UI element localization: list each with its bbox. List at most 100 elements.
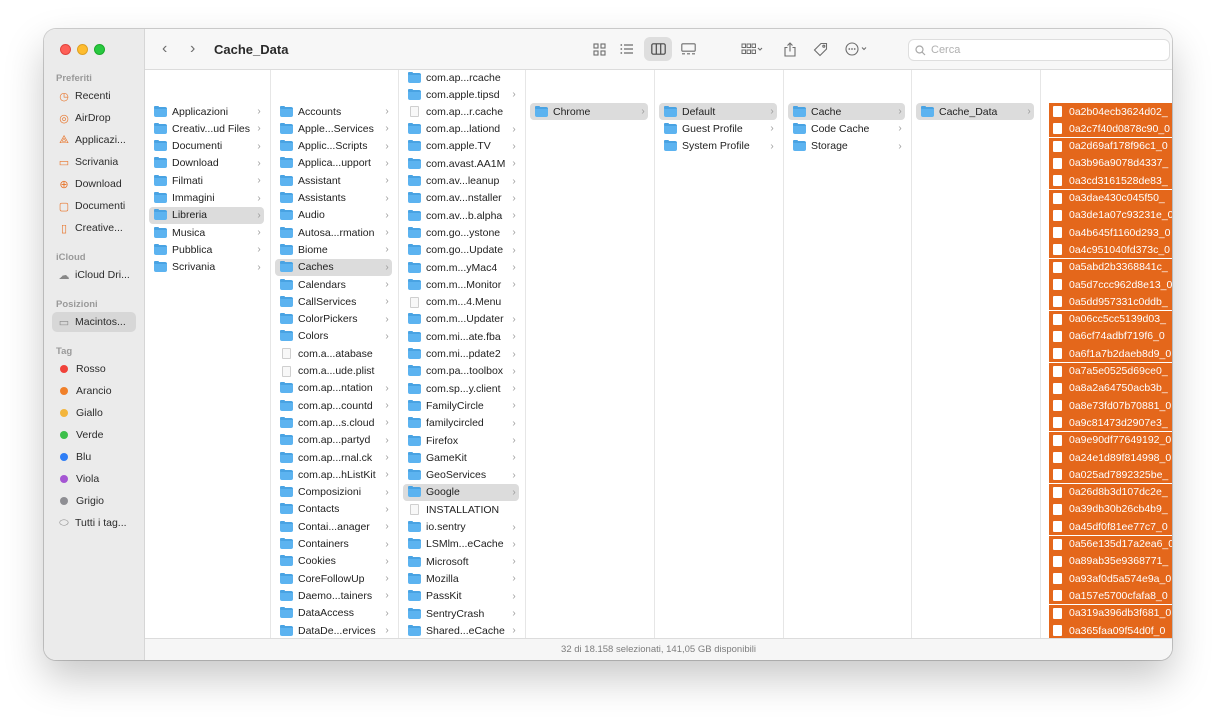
- selected-file-row[interactable]: 0a365faa09f54d0f_0: [1049, 622, 1172, 638]
- folder-row[interactable]: GameKit ›: [403, 449, 519, 466]
- folder-row[interactable]: Contai...anager ›: [275, 518, 392, 535]
- selected-file-row[interactable]: 0a8e73fd07b70881_0: [1049, 397, 1172, 415]
- tag-arancio[interactable]: Arancio: [52, 381, 136, 401]
- folder-row[interactable]: Documenti ›: [149, 138, 264, 155]
- folder-row[interactable]: io.sentry ›: [403, 519, 519, 536]
- zoom-window-button[interactable]: [94, 44, 105, 55]
- folder-row[interactable]: com.apple.tipsd ›: [403, 86, 519, 103]
- folder-row[interactable]: Guest Profile ›: [659, 120, 777, 137]
- folder-row[interactable]: Google ›: [403, 483, 519, 501]
- selected-file-row[interactable]: 0a3cd3161528de83_: [1049, 172, 1172, 190]
- folder-row[interactable]: com.go...ystone ›: [403, 224, 519, 241]
- selected-file-row[interactable]: 0a26d8b3d107dc2e_: [1049, 483, 1172, 501]
- folder-row[interactable]: com.ap...rnal.ck ›: [275, 449, 392, 466]
- folder-row[interactable]: com.m...yMac4 ›: [403, 259, 519, 276]
- sidebar-item-documenti[interactable]: ▢ Documenti: [52, 196, 136, 216]
- folder-row[interactable]: System Profile ›: [659, 138, 777, 155]
- folder-row[interactable]: Biome ›: [275, 241, 392, 258]
- folder-row[interactable]: Caches ›: [275, 258, 392, 276]
- sidebar-item-icloud-dri[interactable]: ☁ iCloud Dri...: [52, 265, 136, 285]
- folder-row[interactable]: com.m...Updater ›: [403, 311, 519, 328]
- folder-row[interactable]: Filmati ›: [149, 172, 264, 189]
- group-menu-button[interactable]: [735, 37, 769, 61]
- folder-row[interactable]: Pubblica ›: [149, 241, 264, 258]
- selected-file-row[interactable]: 0a7a5e0525d69ce0_: [1049, 362, 1172, 380]
- folder-row[interactable]: Applicazioni ›: [149, 103, 264, 120]
- folder-row[interactable]: ColorPickers ›: [275, 311, 392, 328]
- folder-row[interactable]: Microsoft ›: [403, 553, 519, 570]
- folder-row[interactable]: com.pa...toolbox ›: [403, 363, 519, 380]
- folder-row[interactable]: Libreria ›: [149, 206, 264, 224]
- folder-row[interactable]: com.mi...ate.fba ›: [403, 328, 519, 345]
- folder-row[interactable]: DataDe...ervices ›: [275, 622, 392, 638]
- folder-row[interactable]: Scrivania ›: [149, 259, 264, 276]
- selected-file-row[interactable]: 0a5abd2b3368841c_: [1049, 258, 1172, 276]
- folder-row[interactable]: Code Cache ›: [788, 120, 905, 137]
- folder-row[interactable]: com.avast.AA1M ›: [403, 155, 519, 172]
- selected-file-row[interactable]: 0a93af0d5a574e9a_0: [1049, 570, 1172, 588]
- selected-file-row[interactable]: 0a06cc5cc5139d03_: [1049, 310, 1172, 328]
- selected-file-row[interactable]: 0a5dd957331c0ddb_: [1049, 293, 1172, 311]
- column-6[interactable]: Cache › Code Cache › Storage ›: [784, 70, 912, 638]
- folder-row[interactable]: Colors ›: [275, 328, 392, 345]
- folder-row[interactable]: Musica ›: [149, 224, 264, 241]
- selected-file-row[interactable]: 0a45df0f81ee77c7_0: [1049, 518, 1172, 536]
- tag-rosso[interactable]: Rosso: [52, 359, 136, 379]
- folder-row[interactable]: com.mi...pdate2 ›: [403, 346, 519, 363]
- folder-row[interactable]: com.ap...lationd ›: [403, 121, 519, 138]
- folder-row[interactable]: com.ap...hListKit ›: [275, 466, 392, 483]
- gallery-view-button[interactable]: [677, 37, 699, 61]
- selected-file-row[interactable]: 0a89ab35e9368771_: [1049, 552, 1172, 570]
- column-3[interactable]: com.ap...rcache com.apple.tipsd › com.ap...…: [399, 70, 526, 638]
- all-tags-item[interactable]: ⬭ Tutti i tag...: [52, 513, 136, 533]
- tag-verde[interactable]: Verde: [52, 425, 136, 445]
- sidebar-item-applicazi[interactable]: ⟁ Applicazi...: [52, 130, 136, 150]
- tag-grigio[interactable]: Grigio: [52, 491, 136, 511]
- folder-row[interactable]: Creativ...ud Files ›: [149, 120, 264, 137]
- file-row[interactable]: com.a...atabase: [275, 345, 392, 362]
- close-window-button[interactable]: [60, 44, 71, 55]
- selected-file-row[interactable]: 0a2b04ecb3624d02_: [1049, 103, 1172, 120]
- selected-file-row[interactable]: 0a3de1a07c93231e_0: [1049, 206, 1172, 224]
- selected-file-row[interactable]: 0a24e1d89f814998_0: [1049, 449, 1172, 466]
- selected-file-row[interactable]: 0a5d7ccc962d8e13_0: [1049, 276, 1172, 293]
- column-7[interactable]: Cache_Data ›: [912, 70, 1041, 638]
- selected-file-row[interactable]: 0a6f1a7b2daeb8d9_0: [1049, 345, 1172, 363]
- folder-row[interactable]: Audio ›: [275, 207, 392, 224]
- column-view-button[interactable]: [644, 37, 672, 61]
- tag-blu[interactable]: Blu: [52, 447, 136, 467]
- selected-file-row[interactable]: 0a4b645f1160d293_0: [1049, 224, 1172, 242]
- folder-row[interactable]: familycircled ›: [403, 415, 519, 432]
- column-5[interactable]: Default › Guest Profile › System Profile ›: [655, 70, 784, 638]
- folder-row[interactable]: com.go...Update ›: [403, 242, 519, 259]
- forward-button[interactable]: ›: [190, 40, 195, 58]
- selected-file-row[interactable]: 0a3dae430c045f50_: [1049, 189, 1172, 207]
- folder-row[interactable]: com.av...b.alpha ›: [403, 207, 519, 224]
- file-row[interactable]: com.a...ude.plist: [275, 363, 392, 380]
- folder-row[interactable]: Firefox ›: [403, 432, 519, 449]
- folder-row[interactable]: SentryCrash ›: [403, 605, 519, 622]
- selected-file-row[interactable]: 0a9c81473d2907e3_: [1049, 414, 1172, 432]
- folder-row[interactable]: FamilyCircle ›: [403, 397, 519, 414]
- column-8[interactable]: 0a2b04ecb3624d02_ 0a2c7f40d0878c90_0 0a2d6…: [1041, 70, 1172, 638]
- action-menu-button[interactable]: [842, 37, 874, 61]
- folder-row[interactable]: Calendars ›: [275, 276, 392, 293]
- tag-button[interactable]: [810, 37, 830, 61]
- sidebar-item-airdrop[interactable]: ◎ AirDrop: [52, 108, 136, 128]
- file-row[interactable]: com.ap...r.cache: [403, 103, 519, 120]
- selected-file-row[interactable]: 0a4c951040fd373c_0: [1049, 241, 1172, 259]
- list-view-button[interactable]: [616, 37, 638, 61]
- sidebar-item-recenti[interactable]: ◷ Recenti: [52, 86, 136, 106]
- folder-row[interactable]: Composizioni ›: [275, 484, 392, 501]
- selected-file-row[interactable]: 0a2d69af178f96c1_0: [1049, 137, 1172, 155]
- tag-giallo[interactable]: Giallo: [52, 403, 136, 423]
- sidebar-item-scrivania[interactable]: ▭ Scrivania: [52, 152, 136, 172]
- selected-file-row[interactable]: 0a9e90df77649192_0: [1049, 431, 1172, 449]
- selected-file-row[interactable]: 0a157e5700cfafa8_0: [1049, 587, 1172, 605]
- folder-row[interactable]: Daemo...tainers ›: [275, 587, 392, 604]
- selected-file-row[interactable]: 0a56e135d17a2ea6_0: [1049, 535, 1172, 553]
- folder-row[interactable]: CoreFollowUp ›: [275, 570, 392, 587]
- folder-row[interactable]: Applica...upport ›: [275, 155, 392, 172]
- sidebar-item-creative[interactable]: ▯ Creative...: [52, 218, 136, 238]
- folder-row[interactable]: Accounts ›: [275, 103, 392, 120]
